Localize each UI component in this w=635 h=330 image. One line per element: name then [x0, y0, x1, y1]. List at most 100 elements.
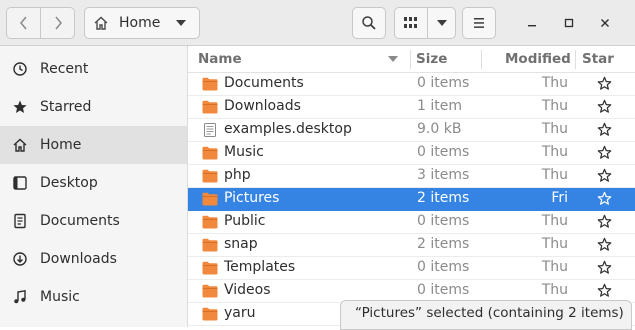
file-row[interactable]: examples.desktop 9.0 kB Thu: [188, 119, 635, 142]
dropdown-arrow-icon: [176, 20, 186, 26]
sidebar-item-music[interactable]: Music: [0, 278, 187, 316]
home-icon: [94, 16, 108, 30]
grid-view-icon: [404, 17, 417, 28]
minimize-button[interactable]: [522, 13, 542, 33]
forward-button[interactable]: [40, 7, 75, 39]
maximize-button[interactable]: [559, 13, 579, 33]
file-row[interactable]: Templates 0 items Thu: [188, 257, 635, 280]
folder-icon: [202, 215, 218, 229]
file-modified: Thu: [541, 75, 568, 91]
sidebar-item-recent[interactable]: Recent: [0, 50, 187, 88]
star-outline-icon[interactable]: [597, 260, 612, 275]
selection-status-overlay: “Pictures” selected (containing 2 items): [340, 300, 632, 330]
view-options-button[interactable]: [427, 7, 456, 39]
location-label: Home: [119, 15, 161, 31]
file-name: examples.desktop: [224, 121, 352, 137]
path-bar-home-button[interactable]: Home: [84, 7, 200, 39]
file-size: 3 items: [417, 167, 470, 183]
sidebar-item-label: Music: [40, 289, 80, 305]
sidebar-item-label: Home: [40, 137, 82, 153]
column-name-header[interactable]: Name: [198, 51, 242, 67]
minimize-icon: [528, 25, 536, 27]
star-outline-icon[interactable]: [597, 237, 612, 252]
back-button[interactable]: [6, 7, 41, 39]
file-row[interactable]: php 3 items Thu: [188, 165, 635, 188]
star-outline-icon[interactable]: [597, 191, 612, 206]
file-row[interactable]: Documents 0 items Thu: [188, 73, 635, 96]
file-modified: Thu: [541, 282, 568, 298]
folder-icon: [202, 146, 218, 160]
music-icon: [12, 289, 28, 305]
places-sidebar: Recent Starred Home Desktop Documents Do…: [0, 46, 188, 327]
star-outline-icon[interactable]: [597, 214, 612, 229]
view-toggle-button[interactable]: [394, 7, 428, 39]
star-outline-icon[interactable]: [597, 145, 612, 160]
star-outline-icon[interactable]: [597, 168, 612, 183]
header-bar: Home: [0, 0, 635, 46]
file-row[interactable]: snap 2 items Thu: [188, 234, 635, 257]
sidebar-item-label: Recent: [40, 61, 89, 77]
file-modified: Thu: [541, 167, 568, 183]
file-row[interactable]: Pictures 2 items Fri: [188, 188, 635, 211]
folder-icon: [202, 192, 218, 206]
star-outline-icon[interactable]: [597, 76, 612, 91]
desktop-icon: [12, 175, 28, 191]
file-name: Public: [224, 213, 266, 229]
file-name: Documents: [224, 75, 304, 91]
file-name: php: [224, 167, 251, 183]
column-modified-header[interactable]: Modified: [505, 51, 571, 67]
main-menu-button[interactable]: [462, 7, 496, 39]
navigation-buttons: [6, 7, 76, 39]
sidebar-item-desktop[interactable]: Desktop: [0, 164, 187, 202]
sidebar-item-label: Downloads: [40, 251, 117, 267]
file-row[interactable]: Music 0 items Thu: [188, 142, 635, 165]
file-name: Templates: [224, 259, 296, 275]
clock-icon: [12, 61, 28, 77]
folder-icon: [202, 238, 218, 252]
folder-icon: [202, 169, 218, 183]
file-modified: Thu: [541, 144, 568, 160]
hamburger-menu-icon: [474, 18, 484, 28]
close-button[interactable]: [595, 13, 615, 33]
file-modified: Thu: [541, 236, 568, 252]
file-list: Name Size Modified Star Documents 0 items…: [188, 46, 635, 327]
file-size: 2 items: [417, 236, 470, 252]
file-size: 0 items: [417, 282, 470, 298]
folder-icon: [202, 261, 218, 275]
sidebar-item-home[interactable]: Home: [0, 126, 187, 164]
star-outline-icon[interactable]: [597, 122, 612, 137]
file-modified: Thu: [541, 213, 568, 229]
file-row[interactable]: Public 0 items Thu: [188, 211, 635, 234]
sidebar-item-documents[interactable]: Documents: [0, 202, 187, 240]
file-modified: Thu: [541, 259, 568, 275]
file-size: 0 items: [417, 259, 470, 275]
file-size: 0 items: [417, 75, 470, 91]
column-header: Name Size Modified Star: [188, 46, 635, 73]
sidebar-item-label: Documents: [40, 213, 120, 229]
document-icon: [12, 213, 28, 229]
file-size: 9.0 kB: [417, 121, 462, 137]
download-icon: [12, 251, 28, 267]
folder-icon: [202, 77, 218, 91]
file-row[interactable]: Downloads 1 item Thu: [188, 96, 635, 119]
file-name: yaru: [224, 305, 256, 321]
maximize-icon: [564, 18, 574, 28]
file-name: Music: [224, 144, 264, 160]
column-size-header[interactable]: Size: [416, 51, 447, 67]
home-icon: [12, 137, 28, 153]
star-outline-icon[interactable]: [597, 283, 612, 298]
search-button[interactable]: [352, 7, 386, 39]
file-size: 1 item: [417, 98, 462, 114]
star-outline-icon[interactable]: [597, 99, 612, 114]
sidebar-item-downloads[interactable]: Downloads: [0, 240, 187, 278]
file-modified: Fri: [551, 190, 568, 206]
status-text: “Pictures” selected (containing 2 items): [355, 305, 624, 321]
file-size: 2 items: [417, 190, 470, 206]
column-star-header[interactable]: Star: [582, 51, 614, 67]
file-size: 0 items: [417, 144, 470, 160]
file-name: Downloads: [224, 98, 301, 114]
sidebar-item-starred[interactable]: Starred: [0, 88, 187, 126]
file-name: snap: [224, 236, 258, 252]
close-icon: [601, 19, 609, 27]
view-controls: [394, 7, 456, 39]
